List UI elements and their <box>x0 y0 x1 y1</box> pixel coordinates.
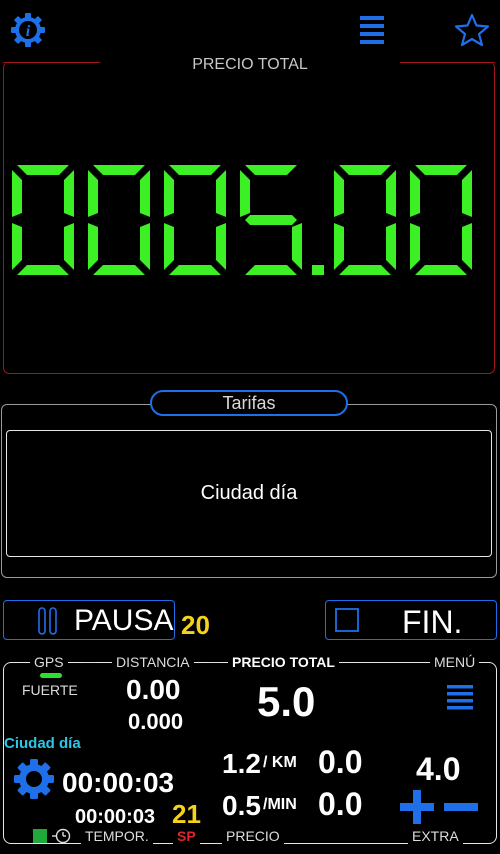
digit-segment <box>164 223 174 270</box>
digit-segment <box>386 223 396 270</box>
decimal-point <box>312 265 324 275</box>
pause-count: 20 <box>181 610 210 640</box>
digit-segment <box>17 265 69 275</box>
digit-segment <box>240 170 250 217</box>
price-title: PRECIO TOTAL <box>192 56 308 73</box>
digit-segment <box>169 265 221 275</box>
rate-min-unit: /MIN <box>263 796 297 813</box>
digit-segment <box>164 170 174 217</box>
tempor-label: TEMPOR. <box>81 828 153 844</box>
fin-label: FIN. <box>402 604 463 640</box>
tarifa-selector[interactable]: Ciudad día <box>6 430 492 557</box>
digit-segment <box>292 223 302 270</box>
digit-segment <box>415 165 467 175</box>
digit-segment <box>339 265 391 275</box>
menu-icon[interactable] <box>358 14 386 46</box>
digit-segment <box>386 170 396 217</box>
timer-sub: 00:00:03 <box>75 806 156 828</box>
price-display <box>12 165 472 275</box>
rate-min: 0.5 <box>222 790 261 821</box>
price-digit <box>12 165 74 275</box>
extra-label: EXTRA <box>408 828 463 844</box>
rate-km-total: 0.0 <box>318 744 363 780</box>
total-value: 5.0 <box>257 678 316 725</box>
digit-segment <box>12 170 22 217</box>
info-icon[interactable]: i <box>10 12 46 48</box>
price-digit <box>88 165 150 275</box>
digit-segment <box>93 165 145 175</box>
digit-segment <box>64 223 74 270</box>
price-digit <box>164 165 226 275</box>
extra-value: 4.0 <box>416 751 461 787</box>
gear-icon[interactable] <box>12 757 56 801</box>
digit-segment <box>462 170 472 217</box>
pause-label: PAUSA <box>74 604 174 637</box>
digit-segment <box>339 165 391 175</box>
stop-icon <box>335 608 359 632</box>
digit-segment <box>88 223 98 270</box>
total-label: PRECIO TOTAL <box>228 654 339 670</box>
distance-sub-value: 0.000 <box>128 709 184 734</box>
digit-segment <box>410 223 420 270</box>
rate-km-unit: / KM <box>263 754 297 771</box>
menu-icon[interactable] <box>446 684 474 712</box>
clock-icon <box>52 828 71 844</box>
timer-main: 00:00:03 <box>62 767 175 798</box>
timer-count: 21 <box>172 799 201 829</box>
minus-icon[interactable] <box>442 788 480 826</box>
gps-strength: FUERTE <box>22 682 78 698</box>
sp-label: SP <box>173 828 200 844</box>
digit-segment <box>12 223 22 270</box>
digit-segment <box>140 170 150 217</box>
digit-segment <box>245 165 297 175</box>
digit-segment <box>169 165 221 175</box>
distance-label: DISTANCIA <box>112 654 194 670</box>
digit-segment <box>140 223 150 270</box>
divider <box>82 662 96 663</box>
price-digit <box>410 165 472 275</box>
digit-segment <box>17 165 69 175</box>
digit-segment <box>245 215 297 225</box>
digit-segment <box>88 170 98 217</box>
digit-segment <box>415 265 467 275</box>
digit-segment <box>334 170 344 217</box>
menu-label: MENÚ <box>430 654 480 670</box>
digit-segment <box>64 170 74 217</box>
svg-text:i: i <box>26 23 31 40</box>
digit-segment <box>245 265 297 275</box>
precio-label: PRECIO <box>222 828 284 844</box>
price-digit <box>334 165 396 275</box>
gps-label: GPS <box>30 654 68 670</box>
price-digit <box>240 165 302 275</box>
tariff-name: Ciudad día <box>4 735 81 752</box>
rate-km: 1.2 <box>222 748 261 779</box>
divider <box>207 662 221 663</box>
star-icon[interactable] <box>454 12 490 48</box>
digit-segment <box>216 223 226 270</box>
digit-segment <box>410 170 420 217</box>
rate-min-total: 0.0 <box>318 786 363 822</box>
status-square <box>33 829 47 843</box>
digit-segment <box>93 265 145 275</box>
digit-segment <box>334 223 344 270</box>
distance-value: 0.00 <box>126 674 181 705</box>
digit-segment <box>216 170 226 217</box>
pause-icon <box>38 607 57 635</box>
tarifas-title[interactable]: Tarifas <box>150 390 348 416</box>
digit-segment <box>462 223 472 270</box>
plus-icon[interactable] <box>398 788 436 826</box>
gps-signal-bar <box>40 673 62 678</box>
